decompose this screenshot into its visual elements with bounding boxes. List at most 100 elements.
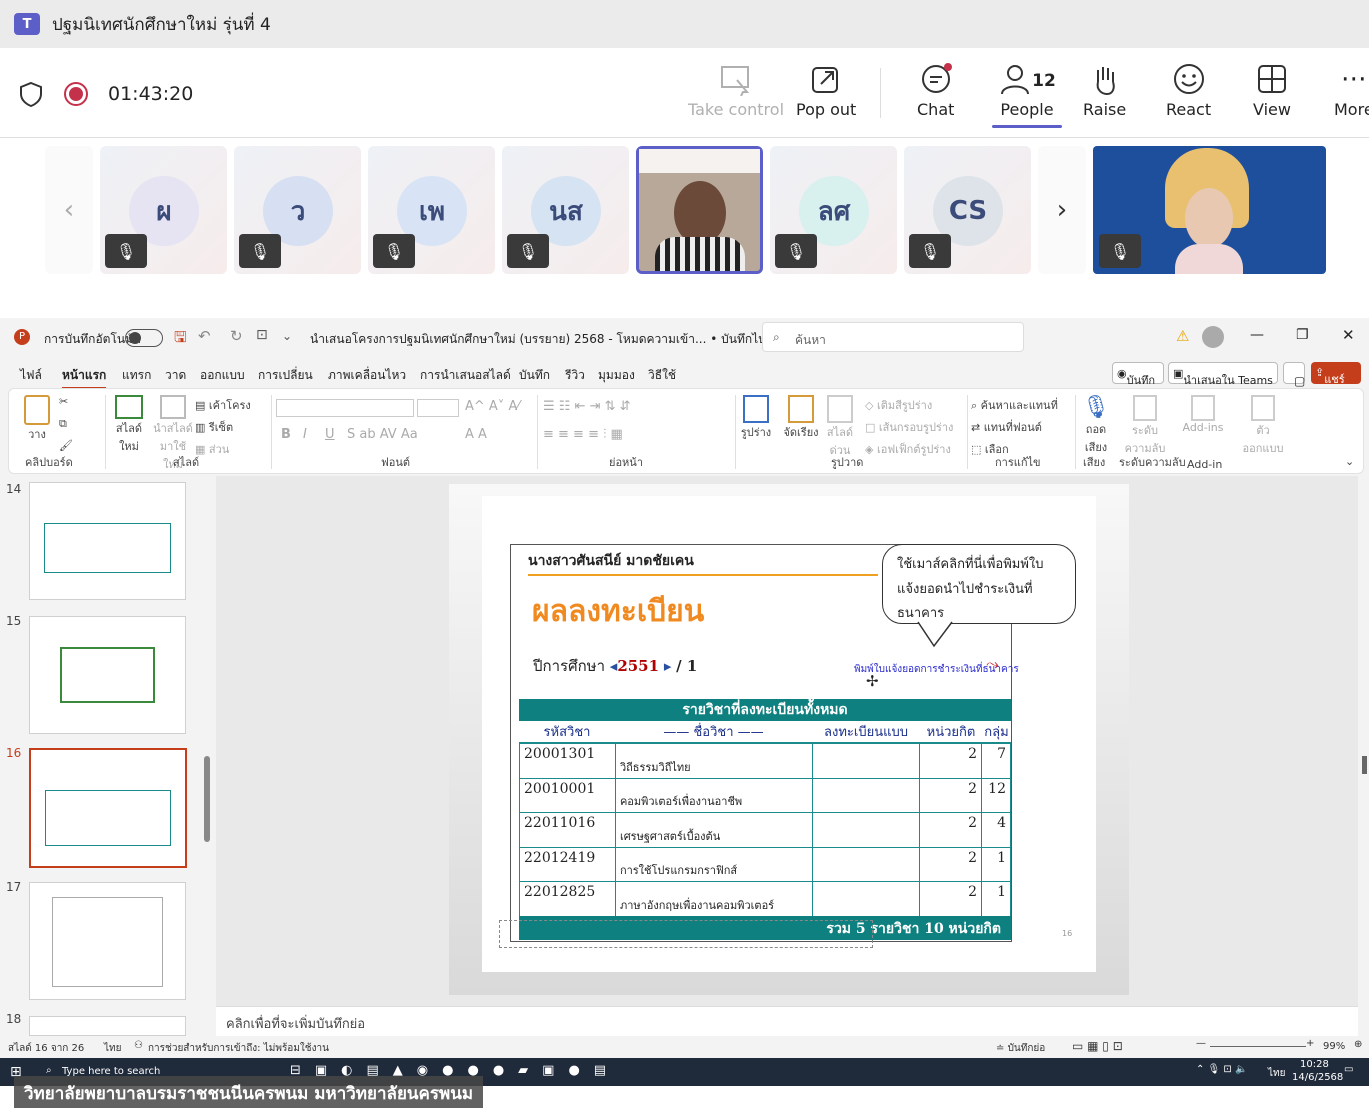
tab-review[interactable]: รีวิว [565, 366, 585, 385]
zoom-level[interactable]: 99% [1323, 1041, 1345, 1052]
save-icon[interactable]: 🖫 [174, 327, 187, 352]
zoom-out-icon[interactable]: — [1196, 1038, 1206, 1049]
present-teams-button[interactable]: ▣ นำเสนอใน Teams [1168, 362, 1278, 387]
underline-icon[interactable]: U [325, 427, 335, 442]
sensitivity-button[interactable]: ระดับความลับ [1121, 395, 1169, 457]
shield-icon[interactable] [18, 81, 44, 107]
zoom-slider[interactable] [1210, 1046, 1306, 1047]
react-button[interactable]: React [1166, 62, 1211, 119]
participant-tile[interactable]: ผ 🎙 [100, 146, 227, 274]
comments-button[interactable]: ▢ [1283, 362, 1305, 388]
arrange-button[interactable]: จัดเรียง [781, 395, 821, 441]
next-participants-button[interactable]: › [1038, 146, 1086, 274]
slide-thumbnail[interactable] [29, 482, 186, 600]
quick-styles-button[interactable]: สไลด์ด่วน [821, 395, 859, 459]
take-control-button[interactable]: Take control [688, 62, 784, 119]
tab-home[interactable]: หน้าแรก [62, 366, 107, 389]
italic-icon[interactable]: I [303, 427, 307, 442]
warning-icon[interactable]: ⚠ [1176, 327, 1189, 345]
slide-thumbnail[interactable] [29, 1016, 186, 1036]
participant-tile[interactable]: ลศ 🎙 [770, 146, 897, 274]
thumbnail-scrollbar[interactable] [204, 756, 210, 842]
collapse-ribbon-icon[interactable]: ⌄ [1345, 455, 1354, 468]
shape-outline-button[interactable]: □ เส้นกรอบรูปร่าง [865, 418, 953, 436]
pop-out-button[interactable]: Pop out [796, 62, 856, 119]
cut-icon[interactable]: ✂ [59, 395, 68, 408]
notes-pane[interactable]: คลิกเพื่อที่จะเพิ่มบันทึกย่อ [216, 1006, 1358, 1036]
format-painter-icon[interactable]: 🖌 [59, 439, 73, 452]
shape-effects-button[interactable]: ◈ เอฟเฟ็กต์รูปร่าง [865, 440, 951, 458]
bullets-icon[interactable]: ☰ ☷ ⇤ ⇥ ⇅ ⇵ [543, 399, 631, 414]
close-icon[interactable]: ✕ [1342, 326, 1355, 344]
shadow-icon[interactable]: S ab AV Aa [347, 427, 418, 442]
canvas-scrollbar[interactable] [1362, 756, 1367, 774]
zoom-in-icon[interactable]: + [1306, 1038, 1314, 1049]
tab-slideshow[interactable]: การนำเสนอสไลด์ [420, 366, 511, 385]
chat-button[interactable]: Chat [917, 62, 954, 119]
tray-date[interactable]: 14/6/2568 [1292, 1072, 1343, 1083]
participant-tile[interactable]: เพ 🎙 [368, 146, 495, 274]
section-button[interactable]: ▦ ส่วน [195, 440, 229, 458]
participant-tile[interactable]: CS 🎙 [904, 146, 1031, 274]
tab-help[interactable]: วิธีใช้ [648, 366, 676, 385]
minimize-icon[interactable]: — [1250, 327, 1264, 343]
replace-button[interactable]: ⇄ แทนที่ฟอนต์ [971, 418, 1042, 436]
prev-participants-button[interactable]: ‹ [45, 146, 93, 274]
tab-draw[interactable]: วาด [165, 366, 186, 385]
slide-thumbnail-selected[interactable] [29, 748, 187, 868]
shapes-button[interactable]: รูปร่าง [739, 395, 773, 441]
presenter-video[interactable]: 🎙 [1093, 146, 1326, 274]
font-grow-icon[interactable]: A^ A˅ A⁄ [465, 399, 520, 414]
notes-toggle-button[interactable]: ≐ บันทึกย่อ [996, 1041, 1045, 1056]
raise-button[interactable]: Raise [1083, 62, 1126, 119]
record-button[interactable]: ◉ บันทึก [1112, 362, 1164, 387]
autosave-toggle[interactable] [125, 329, 163, 347]
find-button[interactable]: ⌕ ค้นหาและแทนที่ [971, 396, 1058, 414]
tab-animations[interactable]: ภาพเคลื่อนไหว [328, 366, 406, 385]
view-normal-icon[interactable]: ▭ ▦ ▯ ⊡ [1072, 1039, 1123, 1053]
notification-icon[interactable]: ▭ [1344, 1064, 1353, 1075]
addins-button[interactable]: Add-ins [1181, 395, 1225, 434]
tab-file[interactable]: ไฟล์ [20, 366, 42, 385]
copy-icon[interactable]: ⧉ [59, 417, 67, 431]
align-icon[interactable]: ≡ ≡ ≡ ≡ ⫶ ▦ [543, 427, 623, 442]
more-button[interactable]: ⋯ More [1334, 62, 1369, 119]
participant-tile[interactable]: ว 🎙 [234, 146, 361, 274]
dictate-button[interactable]: 🎙 ถอดเสียง [1079, 395, 1113, 456]
undo-icon[interactable]: ↶ [198, 327, 211, 345]
slide-thumbnail[interactable] [29, 882, 186, 1000]
font-family-select[interactable] [276, 399, 414, 417]
font-size-select[interactable] [417, 399, 459, 417]
participant-tile[interactable]: นส 🎙 [502, 146, 629, 274]
shape-fill-button[interactable]: ◇ เติมสีรูปร่าง [865, 396, 932, 414]
search-box[interactable]: ⌕ ค้นหา [762, 322, 1024, 352]
tray-icons[interactable]: ⌃ 🎙 ⊡ 🔈 [1196, 1064, 1247, 1075]
footer-placeholder[interactable] [499, 920, 873, 948]
tab-transitions[interactable]: การเปลี่ยน [258, 366, 313, 385]
tab-view[interactable]: มุมมอง [598, 366, 635, 385]
tray-time[interactable]: 10:28 [1300, 1059, 1329, 1070]
layout-button[interactable]: ▤ เค้าโครง [195, 396, 251, 414]
tab-design[interactable]: ออกแบบ [200, 366, 245, 385]
document-title[interactable]: นำเสนอโครงการปฐมนิเทศนักศึกษาใหม่ (บรรยา… [310, 330, 807, 349]
restore-icon[interactable]: ❐ [1296, 327, 1309, 343]
accessibility-status[interactable]: การช่วยสำหรับการเข้าถึง: ไม่พร้อมใช้งาน [148, 1041, 329, 1056]
font-color-icon[interactable]: A A [465, 427, 487, 442]
bold-icon[interactable]: B [281, 427, 291, 442]
new-slide-button[interactable]: สไลด์ใหม่ [109, 395, 149, 455]
language-indicator[interactable]: ไทย [104, 1041, 121, 1056]
share-button[interactable]: ⇪ แชร์ [1311, 362, 1361, 386]
accessibility-icon[interactable]: ⚇ [134, 1040, 143, 1051]
tab-insert[interactable]: แทรก [122, 366, 151, 385]
slide-thumbnail[interactable] [29, 616, 186, 734]
account-avatar[interactable] [1202, 326, 1224, 348]
tray-language[interactable]: ไทย [1268, 1066, 1285, 1081]
view-button[interactable]: View [1253, 62, 1291, 119]
present-icon[interactable]: ⊡ [256, 327, 268, 343]
paste-button[interactable]: วาง [19, 395, 55, 443]
designer-button[interactable]: ตัวออกแบบ [1241, 395, 1285, 457]
customize-toolbar-icon[interactable]: ⌄ [282, 329, 292, 343]
active-speaker-video[interactable] [636, 146, 763, 274]
fit-slide-icon[interactable]: ⊕ [1354, 1039, 1362, 1050]
reset-button[interactable]: ▥ รีเซ็ต [195, 418, 233, 436]
